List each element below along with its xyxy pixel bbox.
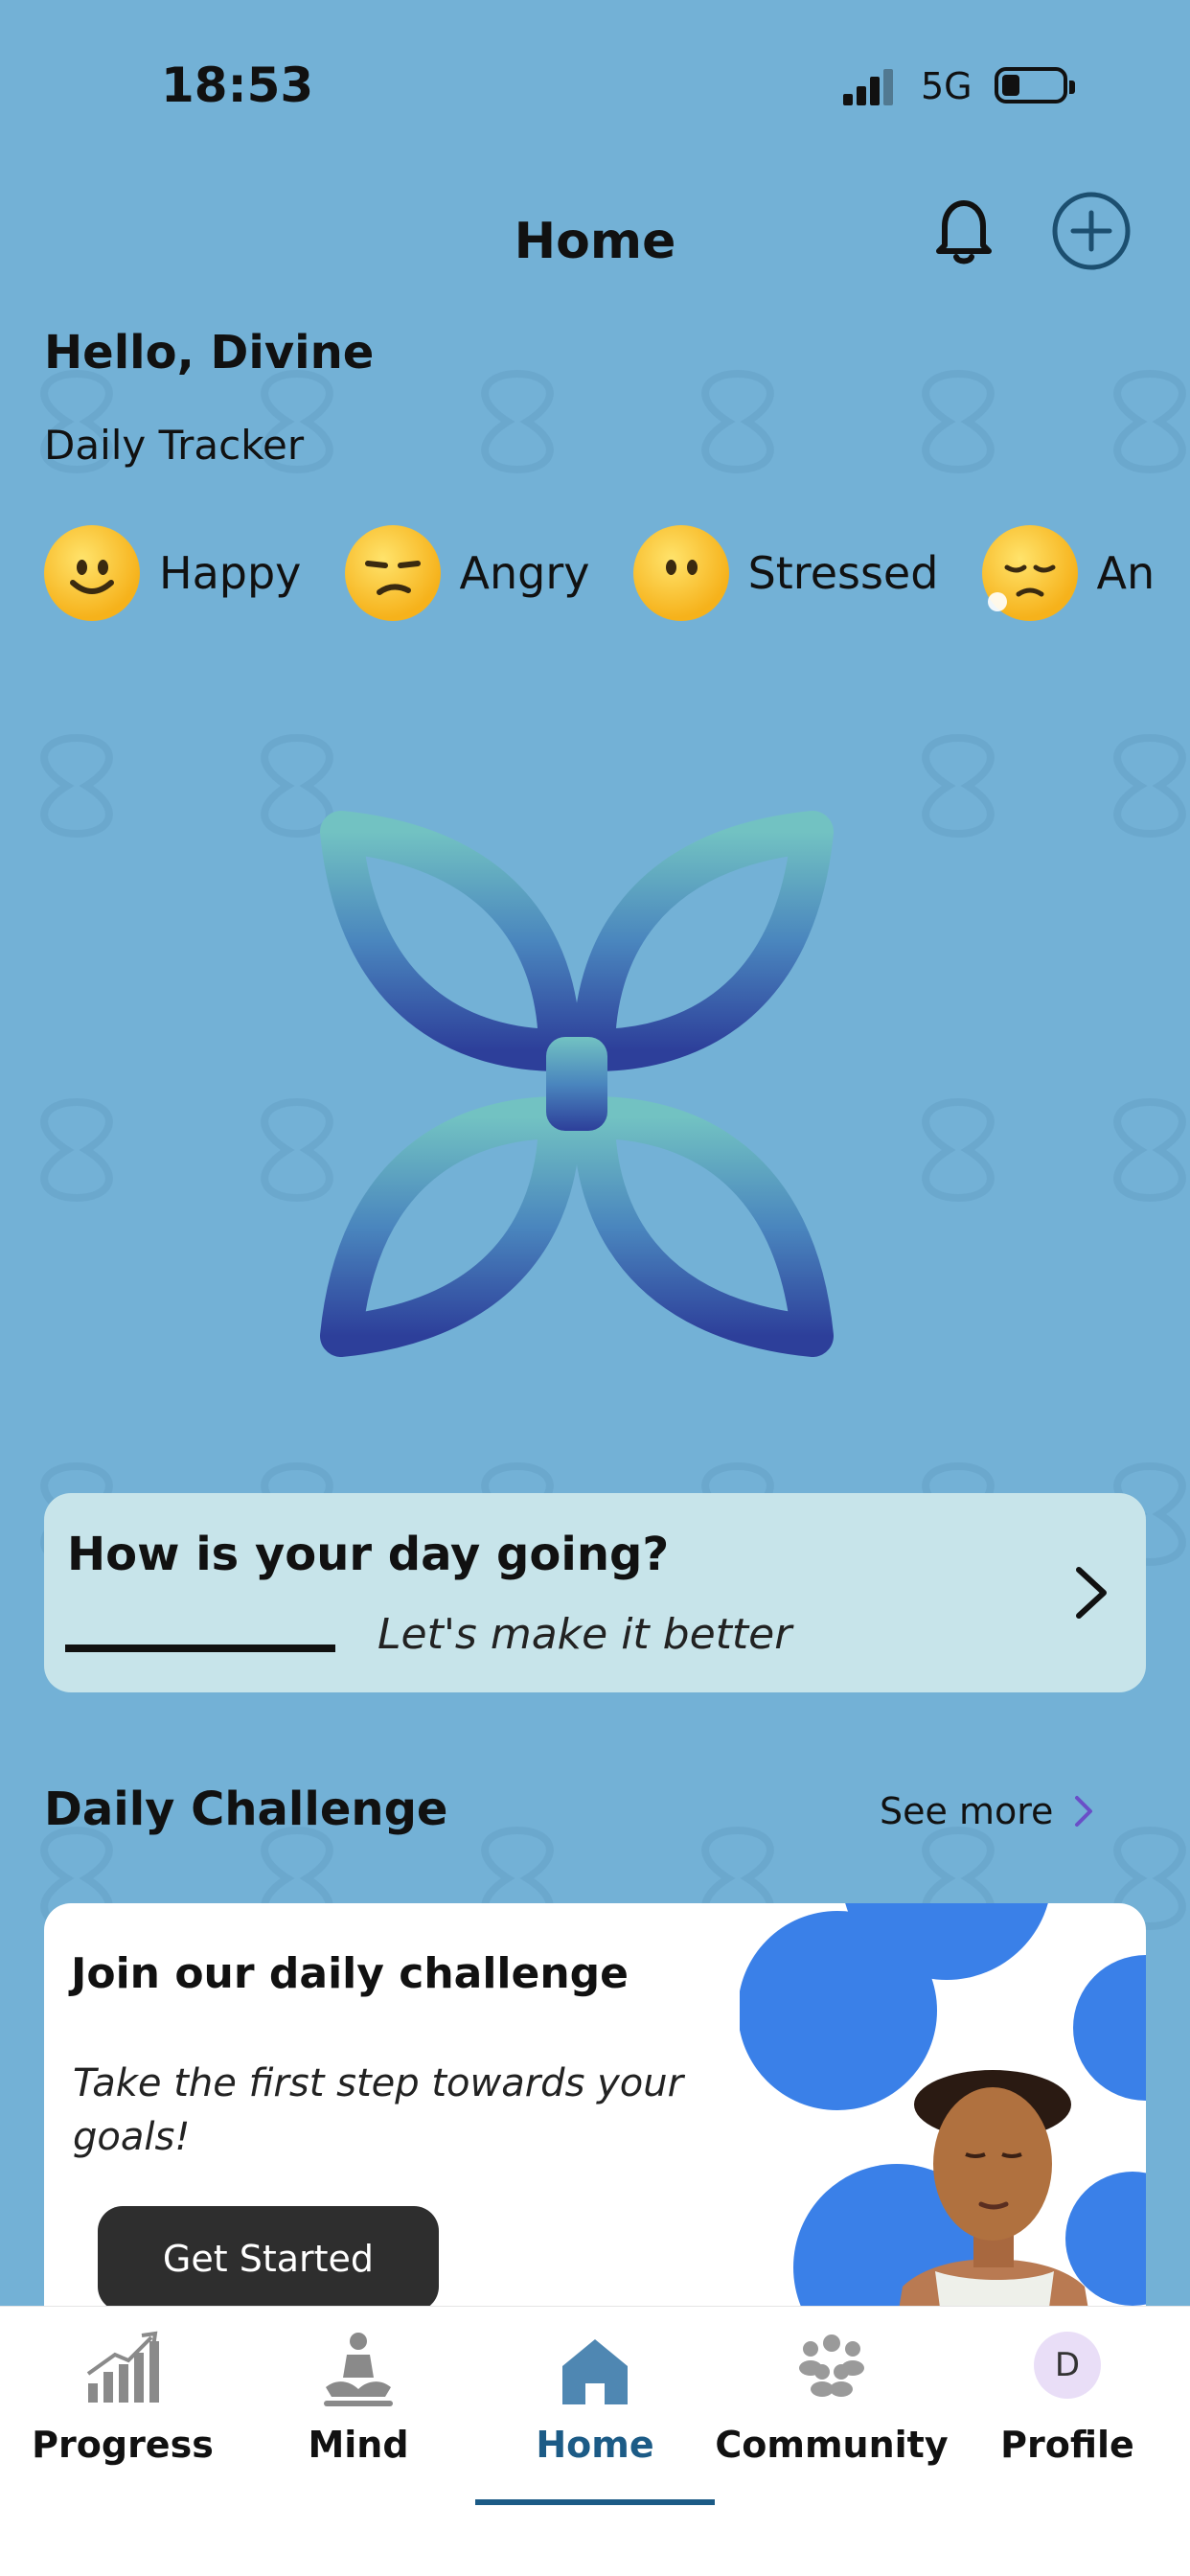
tab-label: Mind (308, 2424, 409, 2466)
chevron-right-icon (1076, 1567, 1107, 1619)
community-icon (799, 2334, 864, 2397)
smiling-face-icon (44, 525, 140, 621)
home-icon (562, 2339, 628, 2404)
battery-icon (995, 67, 1075, 104)
progress-chart-icon (86, 2331, 159, 2403)
tab-label: Community (715, 2424, 949, 2466)
mood-label: Stressed (747, 547, 939, 599)
meditation-icon (324, 2333, 393, 2406)
mood-label: Happy (159, 547, 302, 599)
active-tab-indicator (475, 2499, 715, 2505)
page-title: Home (514, 213, 676, 270)
home-screen: 18:53 5G Home Hello, Divine Daily Tracke… (0, 0, 1190, 2306)
see-more-link[interactable]: See more (880, 1790, 1093, 1832)
mood-stressed[interactable]: Stressed (632, 525, 939, 621)
bottom-tab-bar: Progress Mind Home Community D Profile (0, 2306, 1190, 2507)
cellular-signal-icon (843, 69, 893, 105)
get-started-button[interactable]: Get Started (98, 2206, 439, 2306)
profile-avatar: D (1034, 2332, 1101, 2399)
tab-label: Profile (1000, 2424, 1134, 2466)
greeting: Hello, Divine (44, 326, 375, 380)
home-indicator-area (0, 2507, 1190, 2576)
see-more-label: See more (880, 1790, 1054, 1832)
tab-community[interactable]: Community (713, 2307, 950, 2508)
mood-label: Angry (459, 547, 590, 599)
notification-bell-icon[interactable] (926, 192, 1002, 268)
tab-label: Home (536, 2424, 654, 2466)
challenge-image (740, 1903, 1146, 2306)
add-button[interactable] (1050, 190, 1133, 272)
daily-tracker-title: Daily Tracker (44, 422, 305, 469)
status-bar: 18:53 5G (0, 0, 1190, 172)
face-without-mouth-icon (632, 525, 729, 621)
tab-profile[interactable]: D Profile (949, 2307, 1186, 2508)
mood-angry[interactable]: Angry (344, 525, 590, 621)
mood-tracker: Happy Angry Stressed An (44, 525, 1190, 621)
network-type: 5G (921, 65, 973, 107)
tab-mind[interactable]: Mind (240, 2307, 477, 2508)
mood-anxious[interactable]: An (981, 525, 1156, 621)
unamused-face-icon (344, 525, 441, 621)
daily-challenge-card[interactable]: Join our daily challenge Take the first … (44, 1903, 1146, 2306)
status-time: 18:53 (161, 58, 314, 113)
face-exhaling-icon (981, 525, 1078, 621)
day-card-title: How is your day going? (67, 1528, 670, 1581)
tab-home[interactable]: Home (476, 2307, 714, 2508)
divider (65, 1644, 335, 1652)
challenge-card-subtitle: Take the first step towards your goals! (73, 2061, 684, 2159)
mood-label: An (1096, 547, 1156, 599)
mood-happy[interactable]: Happy (44, 525, 301, 621)
tab-label: Progress (32, 2424, 214, 2466)
app-logo (320, 811, 834, 1357)
day-mood-card[interactable]: How is your day going? Let's make it bet… (44, 1493, 1146, 1692)
chevron-right-icon (1075, 1796, 1093, 1827)
challenge-card-title: Join our daily challenge (71, 1949, 629, 1998)
daily-challenge-title: Daily Challenge (44, 1782, 448, 1836)
tab-progress[interactable]: Progress (4, 2307, 241, 2508)
day-card-subtitle: Let's make it better (378, 1610, 792, 1659)
